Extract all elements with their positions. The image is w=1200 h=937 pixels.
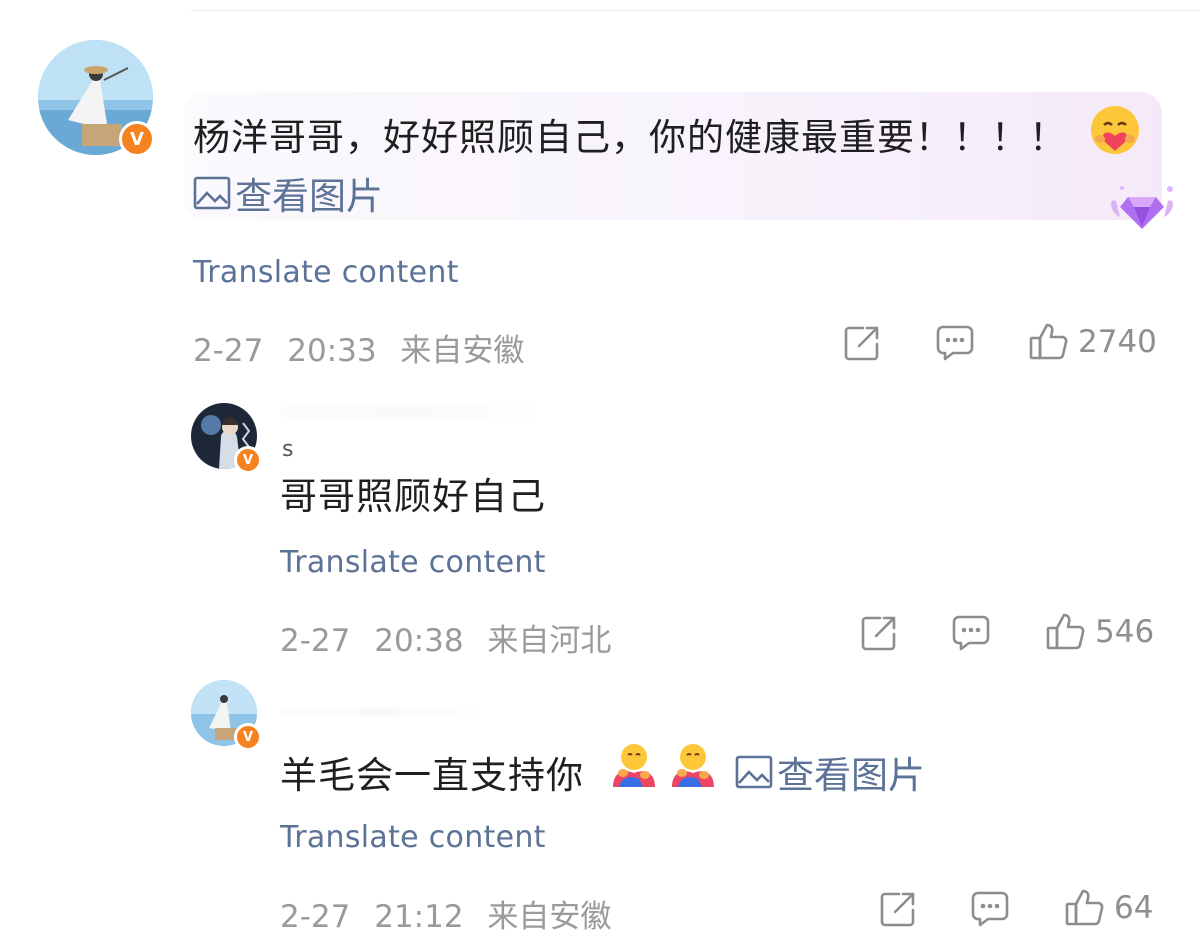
thumbs-up-icon <box>1046 613 1085 650</box>
blurred-username-bar <box>282 708 482 716</box>
comment-icon <box>971 891 1009 927</box>
comment-1-translate-link[interactable]: Translate content <box>193 255 459 290</box>
comment-1-reply-button[interactable] <box>935 324 975 362</box>
comment-time: 21:12 <box>374 899 464 935</box>
verified-badge-icon: V <box>119 121 155 157</box>
comment-1-like-button[interactable]: 2740 <box>1028 322 1157 362</box>
comment-3-share-button[interactable] <box>879 890 917 928</box>
comment-3-meta: 2-27 21:12 来自安徽 <box>280 891 611 936</box>
comment-date: 2-27 <box>193 333 264 369</box>
people-hugging-emoji <box>613 744 655 787</box>
comment-date: 2-27 <box>280 899 351 935</box>
share-icon <box>861 616 896 651</box>
comment-1-text: 杨洋哥哥，好好照顾自己，你的健康最重要！！！！ <box>193 116 1067 159</box>
comment-1-share-button[interactable] <box>843 324 881 362</box>
comment-time: 20:33 <box>287 333 377 369</box>
comment-icon <box>936 325 974 361</box>
comment-date: 2-27 <box>280 623 351 659</box>
like-count: 2740 <box>1078 324 1157 360</box>
comment-3-translate-link[interactable]: Translate content <box>280 820 546 855</box>
comment-location: 来自安徽 <box>487 899 612 935</box>
thumbs-up-icon <box>1065 889 1104 926</box>
image-icon <box>735 755 773 789</box>
verified-badge-icon: V <box>234 446 262 474</box>
comment-location: 来自安徽 <box>400 333 525 369</box>
gem-badge-icon <box>1111 186 1173 229</box>
share-icon <box>880 892 915 927</box>
comment-icon <box>952 615 990 651</box>
comment-location: 来自河北 <box>487 623 612 659</box>
hugging-heart-emoji <box>1091 106 1139 154</box>
comment-2-reply-button[interactable] <box>951 614 991 652</box>
comment-3-view-image-link[interactable]: 查看图片 <box>735 745 925 799</box>
comment-3-like-button[interactable]: 64 <box>1064 888 1153 928</box>
verified-badge-icon: V <box>234 723 262 751</box>
like-count: 546 <box>1095 614 1155 650</box>
image-icon <box>193 176 231 210</box>
comment-2-meta: 2-27 20:38 来自河北 <box>280 615 611 660</box>
comment-3-reply-button[interactable] <box>970 890 1010 928</box>
comment-2-text: 哥哥照顾好自己 <box>280 475 546 518</box>
like-count: 64 <box>1114 890 1154 926</box>
comment-time: 20:38 <box>374 623 464 659</box>
comment-2-share-button[interactable] <box>860 614 898 652</box>
blurred-username-bar <box>280 405 540 419</box>
comment-1-meta: 2-27 20:33 来自安徽 <box>193 325 524 370</box>
comment-1-view-image-link[interactable]: 查看图片 <box>193 166 383 220</box>
share-icon <box>844 326 879 361</box>
comment-2-like-button[interactable]: 546 <box>1045 612 1154 652</box>
top-divider <box>190 10 1200 11</box>
comment-3-text: 羊毛会一直支持你 <box>280 754 584 797</box>
comment-2-username[interactable]: s <box>282 439 293 461</box>
comment-2-translate-link[interactable]: Translate content <box>280 545 546 580</box>
thumbs-up-icon <box>1029 323 1068 360</box>
people-hugging-emoji <box>672 744 714 787</box>
view-image-label: 查看图片 <box>235 175 383 218</box>
view-image-label: 查看图片 <box>777 754 925 797</box>
